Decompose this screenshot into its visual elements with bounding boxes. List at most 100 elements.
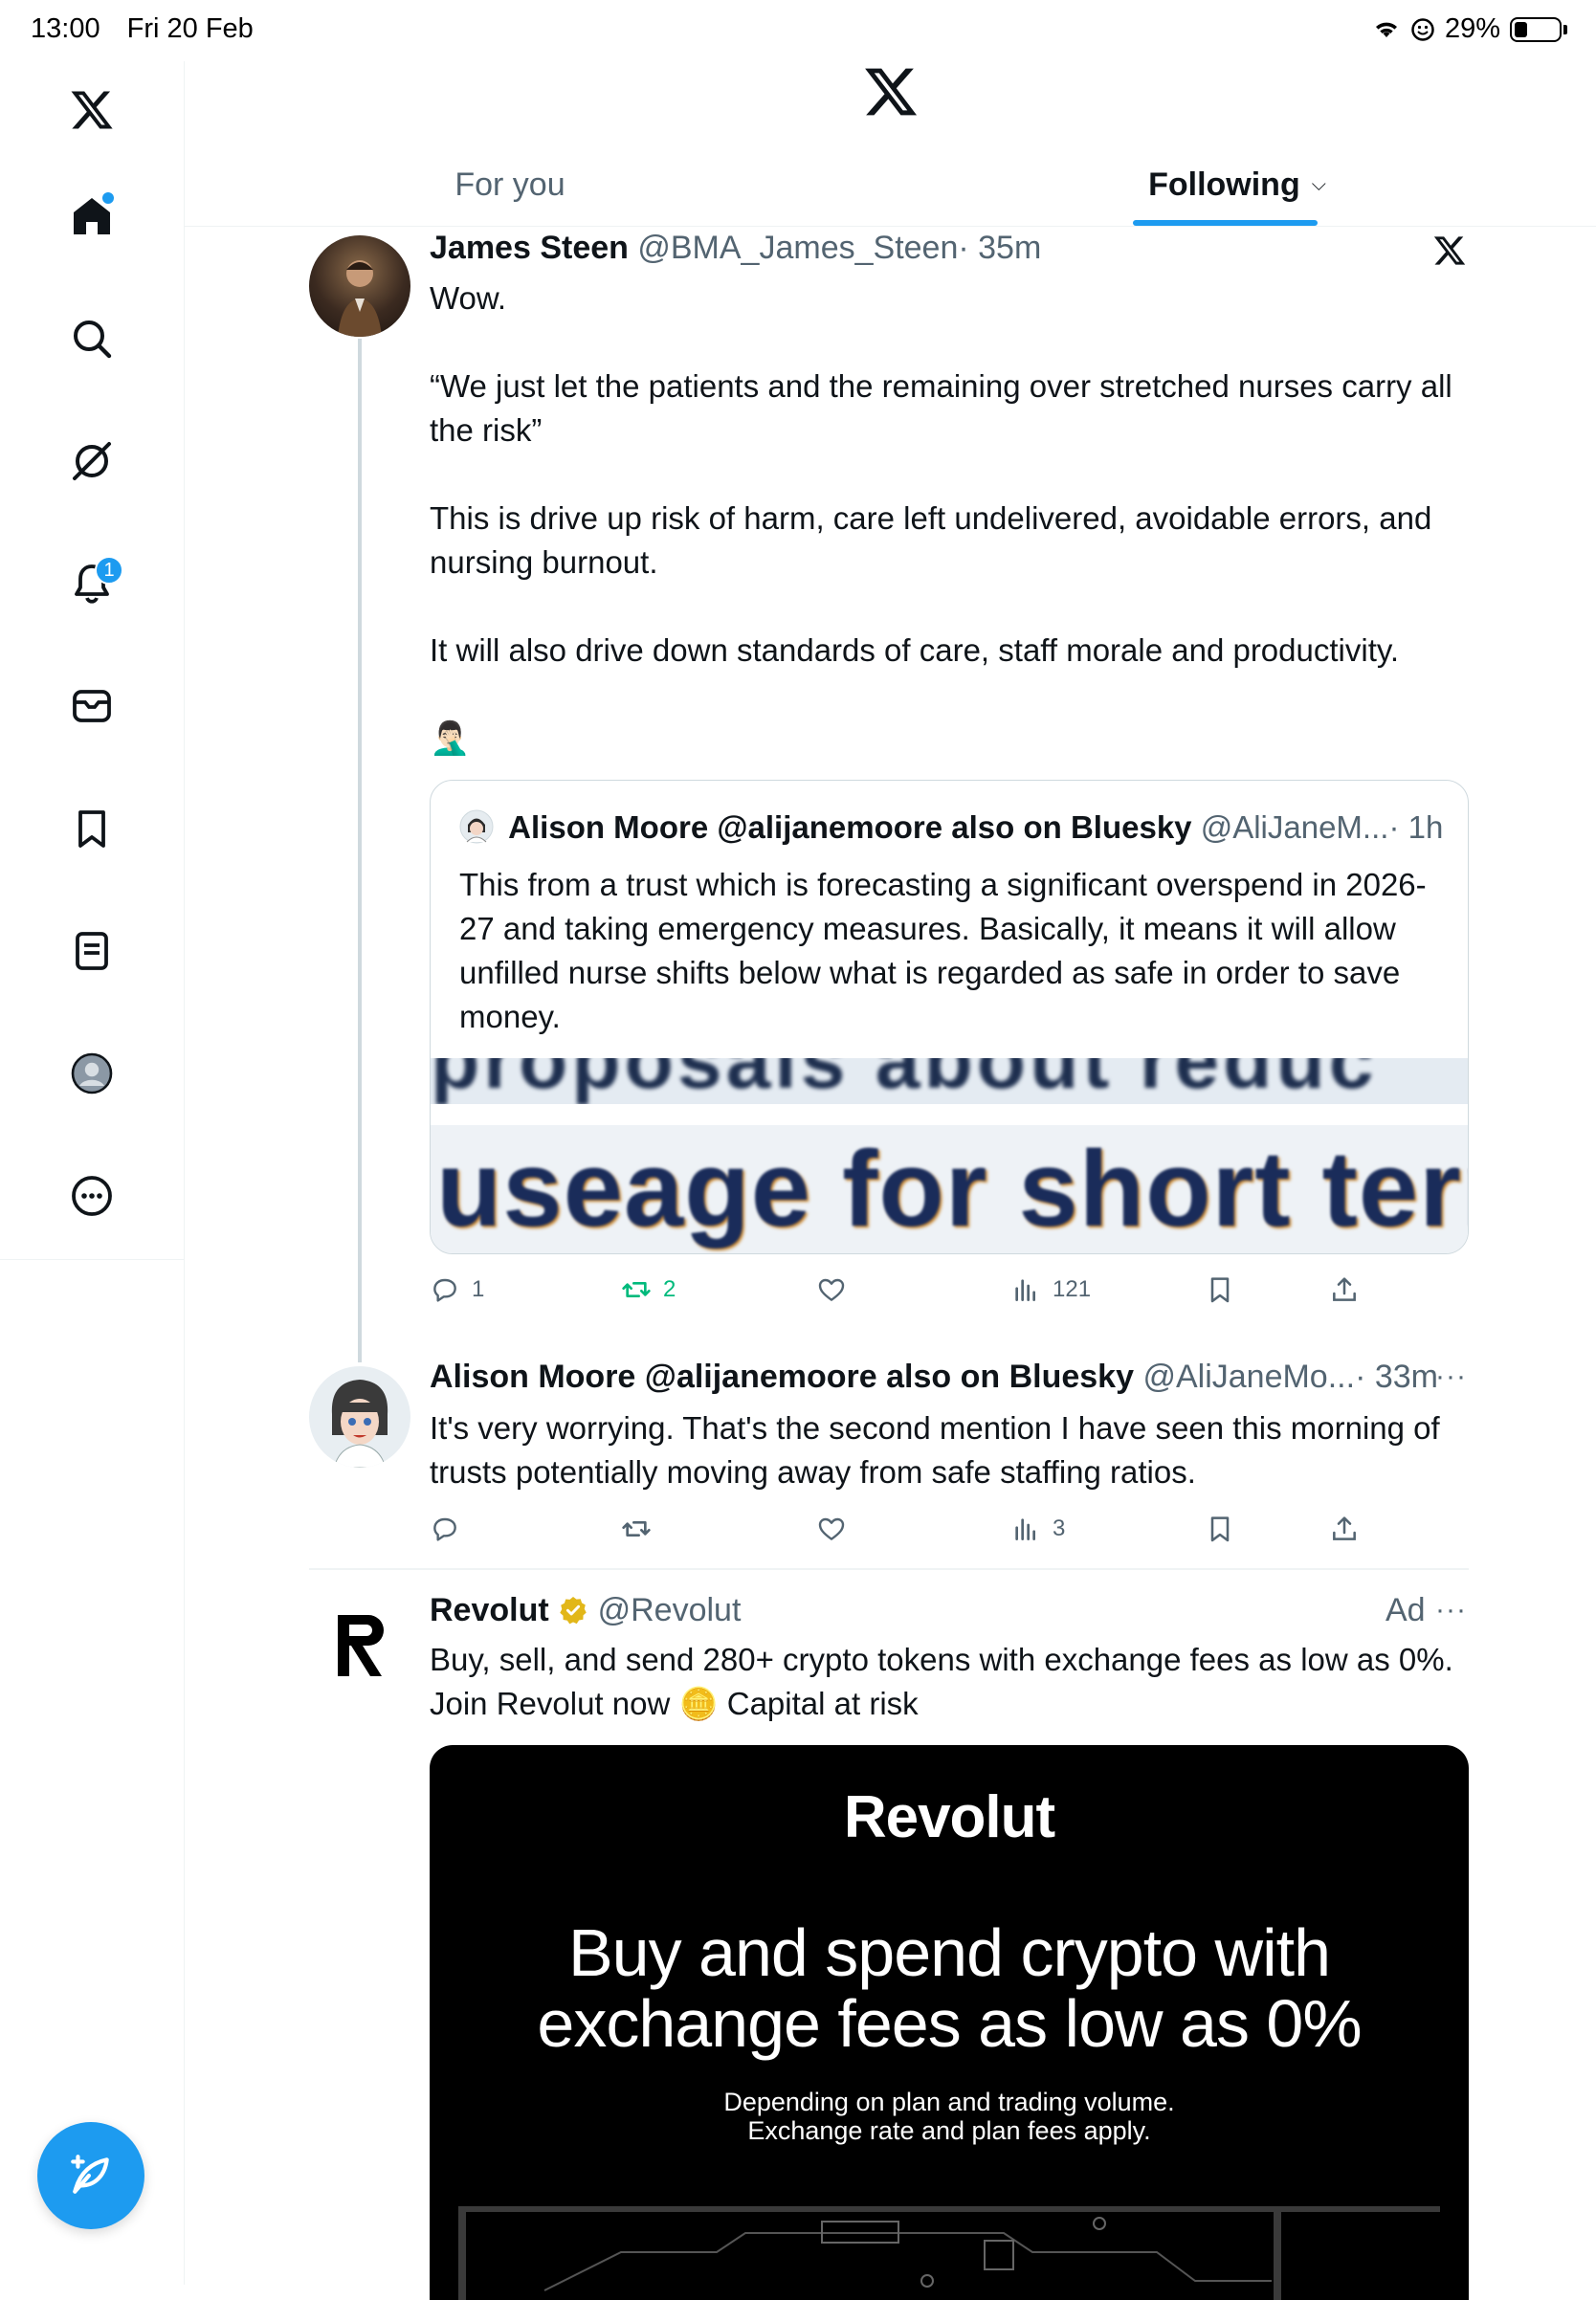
home-unread-dot: [102, 192, 114, 204]
quote-image[interactable]: proposals about reduc useage for short t…: [431, 1058, 1468, 1253]
battery-percent: 29%: [1444, 13, 1500, 44]
quote-image-text-top: proposals about reduc: [431, 1058, 1378, 1105]
author-handle[interactable]: @BMA_James_Steen: [637, 230, 958, 266]
avatar: [459, 809, 494, 844]
bookmark-icon: [1210, 1516, 1230, 1542]
ad-headline: Buy and spend crypto with exchange fees …: [537, 1915, 1362, 2061]
verified-badge-icon: [560, 1597, 587, 1625]
sidebar-item-lists[interactable]: [58, 918, 125, 984]
author-name[interactable]: Alison Moore @alijanemoore also on Blues…: [430, 1359, 1134, 1395]
bookmark-button[interactable]: [1205, 1274, 1235, 1305]
sidebar: 1: [0, 61, 185, 1260]
reply-button[interactable]: 1: [430, 1274, 484, 1305]
sidebar-item-profile[interactable]: [58, 1040, 125, 1107]
quote-author-handle: @AliJaneM...: [1200, 809, 1389, 845]
facepalm-emoji: 🤦🏻‍♂️: [430, 720, 471, 757]
tweet-paragraph: This is drive up risk of harm, care left…: [430, 500, 1432, 580]
retweet-icon: [622, 1282, 651, 1297]
notification-badge: 1: [95, 556, 123, 585]
reply-button[interactable]: [430, 1514, 460, 1544]
tweet-paragraph: It will also drive down standards of car…: [430, 632, 1400, 668]
sidebar-item-bookmarks[interactable]: [58, 795, 125, 862]
tweet-author-line: James Steen @BMA_James_Steen· 35m: [430, 230, 1041, 267]
tweet-actions: 1 2 121: [430, 1274, 1469, 1313]
ad-subtext: Depending on plan and trading volume. Ex…: [723, 2088, 1175, 2145]
share-icon: [1333, 1277, 1356, 1301]
ad-text-risk: Capital at risk: [726, 1686, 919, 1721]
retweet-button[interactable]: 2: [621, 1274, 676, 1305]
tab-for-you[interactable]: For you: [405, 144, 615, 226]
battery-icon: [1510, 16, 1562, 42]
bookmark-button[interactable]: [1205, 1514, 1235, 1544]
heart-icon: [818, 1278, 845, 1301]
tweet-divider: [309, 1568, 1469, 1570]
tweet-author-line: Alison Moore @alijanemoore also on Blues…: [430, 1359, 1438, 1396]
author-name[interactable]: James Steen: [430, 230, 629, 266]
tweet-text: It's very worrying. That's the second me…: [430, 1410, 1440, 1490]
author-handle[interactable]: @Revolut: [598, 1592, 742, 1628]
more-icon: [72, 1176, 112, 1216]
ad-text: Buy, sell, and send 280+ crypto tokens w…: [430, 1642, 1453, 1721]
quote-tweet-card[interactable]: Alison Moore @alijanemoore also on Blues…: [430, 780, 1469, 1254]
x-logo-icon[interactable]: [58, 77, 125, 144]
thread-line: [358, 339, 362, 1362]
list-icon: [76, 932, 108, 970]
tab-following[interactable]: Following ⌵: [1122, 144, 1352, 226]
tweet-time[interactable]: · 33m: [1355, 1359, 1438, 1395]
quote-time: · 1h: [1388, 809, 1444, 845]
wifi-icon: [1375, 22, 1397, 37]
x-logo-icon: [1433, 236, 1466, 265]
views-button[interactable]: 3: [1010, 1514, 1065, 1544]
grok-icon: [73, 442, 111, 480]
tweet-actions: 3: [430, 1514, 1469, 1552]
quote-author-line: Alison Moore @alijanemoore also on Blues…: [459, 809, 1443, 846]
quote-author-name: Alison Moore @alijanemoore also on Blues…: [508, 809, 1192, 845]
views-button[interactable]: 121: [1010, 1274, 1091, 1305]
author-handle[interactable]: @AliJaneMo...: [1142, 1359, 1355, 1395]
views-chart-icon: [1015, 1279, 1035, 1301]
bookmark-icon: [1210, 1277, 1230, 1303]
like-button[interactable]: [816, 1274, 847, 1305]
quote-image-text: useage for short term: [436, 1129, 1468, 1249]
x-logo-icon[interactable]: [862, 63, 920, 121]
ad-brand: Revolut: [843, 1784, 1055, 1850]
status-time: 13:00: [31, 13, 100, 44]
heart-icon: [818, 1517, 845, 1540]
mail-icon: [73, 690, 111, 722]
tweet-author-line: Revolut @Revolut: [430, 1592, 741, 1629]
reply-icon: [433, 1517, 456, 1541]
tweet-time[interactable]: · 35m: [958, 230, 1041, 266]
chevron-down-icon: ⌵: [1311, 173, 1326, 195]
retweet-icon: [622, 1521, 651, 1537]
tweet-text: Wow. “We just let the patients and the r…: [430, 276, 1473, 761]
avatar[interactable]: [309, 1366, 410, 1468]
sidebar-item-search[interactable]: [58, 305, 125, 372]
feed-tabs: For you Following ⌵: [185, 144, 1596, 227]
status-bar: 13:00 Fri 20 Feb 29%: [0, 0, 1596, 61]
share-button[interactable]: [1329, 1274, 1360, 1305]
sidebar-item-more[interactable]: [58, 1162, 125, 1229]
views-chart-icon: [1015, 1518, 1035, 1540]
more-options-icon[interactable]: ···: [1435, 1594, 1467, 1626]
author-name[interactable]: Revolut: [430, 1592, 549, 1628]
sidebar-item-home[interactable]: [58, 183, 125, 250]
share-button[interactable]: [1329, 1514, 1360, 1544]
compose-feather-icon: [71, 2155, 109, 2194]
avatar[interactable]: [309, 235, 410, 337]
share-icon: [1333, 1516, 1356, 1540]
sidebar-item-grok[interactable]: [58, 428, 125, 495]
tweet-paragraph: Wow.: [430, 280, 507, 316]
circuit-graphic: [458, 2206, 1440, 2300]
more-options-icon[interactable]: ···: [1435, 1360, 1467, 1393]
like-button[interactable]: [816, 1514, 847, 1544]
compose-button[interactable]: [37, 2122, 144, 2229]
reply-icon: [433, 1278, 456, 1302]
sidebar-item-notifications[interactable]: 1: [58, 550, 125, 617]
search-icon: [74, 321, 112, 359]
sidebar-item-messages[interactable]: [58, 673, 125, 740]
retweet-button[interactable]: [621, 1514, 652, 1544]
bookmark-icon: [78, 810, 105, 848]
tweet-text: Buy, sell, and send 280+ crypto tokens w…: [430, 1638, 1463, 1726]
ad-image-card[interactable]: Revolut Buy and spend crypto with exchan…: [430, 1745, 1469, 2300]
avatar[interactable]: [309, 1594, 410, 1695]
